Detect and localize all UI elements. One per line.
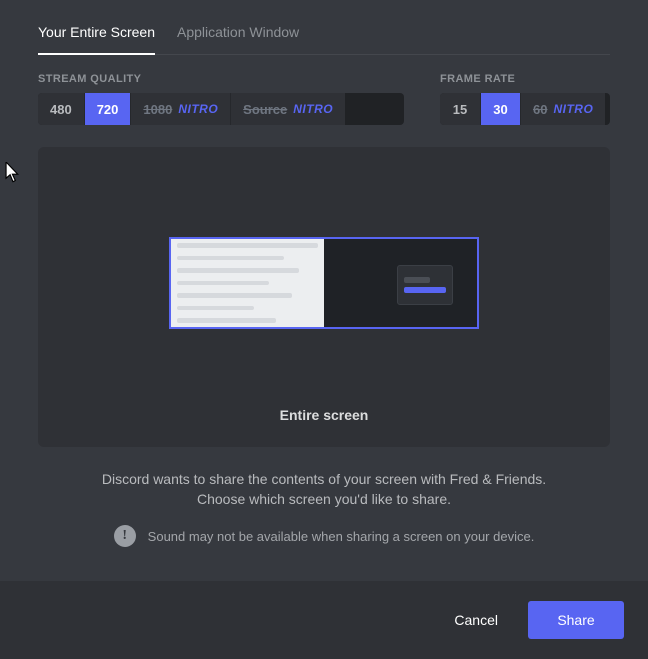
cancel-button[interactable]: Cancel: [434, 601, 518, 639]
stream-quality-label: Stream Quality: [38, 73, 404, 85]
quality-source-nitro: Source NITRO: [230, 93, 345, 125]
screen-preview-panel: Entire screen: [38, 147, 610, 447]
quality-720[interactable]: 720: [84, 93, 131, 125]
stream-quality-segmented: 480 720 1080 NITRO Source NITRO: [38, 93, 404, 125]
modal-footer: Cancel Share: [0, 581, 648, 659]
framerate-15[interactable]: 15: [440, 93, 480, 125]
tab-entire-screen[interactable]: Your Entire Screen: [38, 16, 155, 54]
tab-application-window[interactable]: Application Window: [177, 16, 299, 54]
share-description: Discord wants to share the contents of y…: [38, 469, 610, 509]
stream-quality-section: Stream Quality 480 720 1080 NITRO Source…: [38, 73, 404, 125]
frame-rate-section: Frame Rate 15 30 60 NITRO: [440, 73, 610, 125]
warning-icon: !: [114, 525, 136, 547]
screen-share-modal: Your Entire Screen Application Window St…: [0, 0, 648, 659]
frame-rate-segmented: 15 30 60 NITRO: [440, 93, 610, 125]
screen-thumbnail[interactable]: [169, 237, 479, 329]
quality-1080-nitro: 1080 NITRO: [130, 93, 230, 125]
frame-rate-label: Frame Rate: [440, 73, 610, 85]
screen-thumbnail-label: Entire screen: [280, 407, 369, 423]
quality-480[interactable]: 480: [38, 93, 84, 125]
framerate-30[interactable]: 30: [480, 93, 520, 125]
nitro-badge-icon: NITRO: [178, 102, 218, 116]
nitro-badge-icon: NITRO: [553, 102, 593, 116]
share-button[interactable]: Share: [528, 601, 624, 639]
audio-warning-text: Sound may not be available when sharing …: [148, 529, 535, 544]
audio-warning: ! Sound may not be available when sharin…: [38, 525, 610, 547]
share-source-tabs: Your Entire Screen Application Window: [38, 16, 610, 55]
nitro-badge-icon: NITRO: [293, 102, 333, 116]
framerate-60-nitro: 60 NITRO: [520, 93, 605, 125]
